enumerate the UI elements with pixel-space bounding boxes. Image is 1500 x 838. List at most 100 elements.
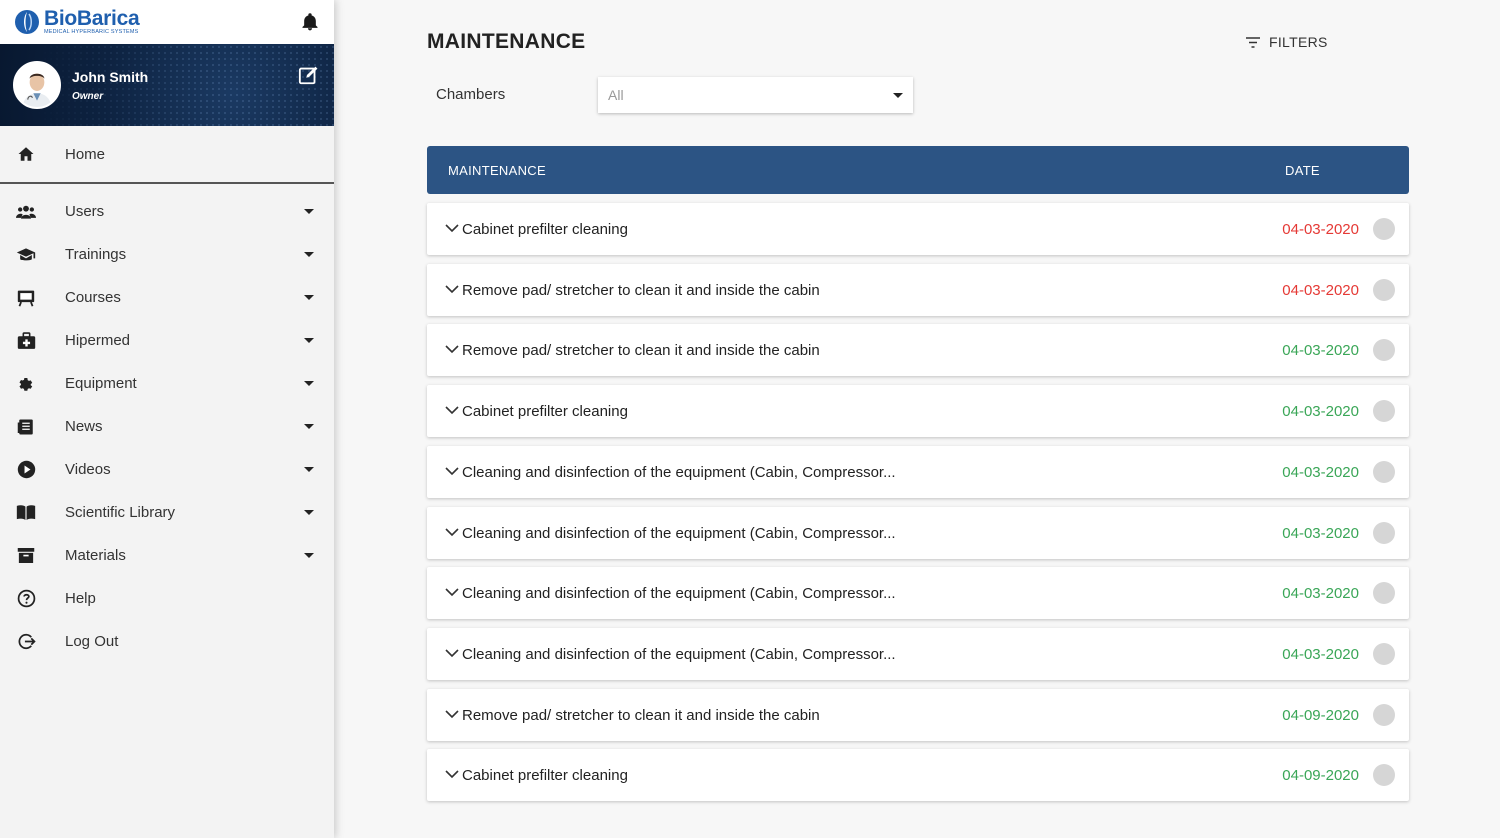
row-date: 04-03-2020 [1282, 281, 1359, 299]
sidebar-item-trainings[interactable]: Trainings [0, 233, 334, 276]
sidebar-item-home[interactable]: Home [0, 126, 334, 184]
user-name: John Smith [72, 68, 149, 85]
column-header-date: DATE [1285, 163, 1320, 178]
status-toggle[interactable] [1373, 278, 1395, 301]
sidebar-item-label: Users [65, 203, 105, 220]
chevron-down-icon[interactable] [445, 344, 459, 354]
table-row[interactable]: Cleaning and disinfection of the equipme… [427, 506, 1409, 559]
sidebar-item-label: News [65, 418, 103, 435]
sidebar-item-help[interactable]: Help [0, 577, 334, 620]
bell-icon[interactable] [300, 12, 320, 32]
newspaper-icon [16, 417, 36, 437]
chevron-down-icon[interactable] [445, 284, 459, 294]
sidebar-item-courses[interactable]: Courses [0, 276, 334, 319]
status-toggle[interactable] [1373, 460, 1395, 483]
chambers-select[interactable]: All [598, 77, 913, 113]
chevron-down-icon[interactable] [445, 709, 459, 719]
edit-profile-icon[interactable] [298, 64, 320, 86]
sidebar-item-users[interactable]: Users [0, 190, 334, 233]
status-toggle[interactable] [1373, 582, 1395, 605]
row-title: Cabinet prefilter cleaning [462, 767, 628, 785]
chevron-down-icon[interactable] [445, 648, 459, 658]
logo-mark-icon [15, 10, 39, 34]
row-date: 04-03-2020 [1282, 221, 1359, 238]
sidebar-item-label: Scientific Library [65, 504, 176, 521]
status-toggle[interactable] [1373, 339, 1395, 362]
sidebar-item-news[interactable]: News [0, 405, 334, 448]
chevron-down-icon[interactable] [304, 553, 314, 558]
avatar[interactable] [13, 61, 61, 109]
chevron-down-icon[interactable] [304, 381, 314, 386]
sidebar-item-videos[interactable]: Videos [0, 448, 334, 491]
table-row[interactable]: Cleaning and disinfection of the equipme… [427, 567, 1409, 620]
row-date: 04-03-2020 [1282, 342, 1359, 360]
brand-subtitle: MEDICAL HYPERBARIC SYSTEMS [44, 29, 139, 36]
row-date: 04-03-2020 [1282, 463, 1359, 481]
status-toggle[interactable] [1373, 400, 1395, 423]
sidebar-item-label: Help [65, 590, 96, 607]
sidebar-item-label: Courses [65, 289, 121, 306]
chevron-down-icon[interactable] [445, 587, 459, 597]
logout-icon [16, 632, 36, 652]
sidebar-item-label: Equipment [65, 375, 137, 392]
row-title: Cleaning and disinfection of the equipme… [462, 645, 896, 663]
users-icon [16, 202, 36, 222]
chevron-down-icon[interactable] [304, 338, 314, 343]
table-row[interactable]: Cabinet prefilter cleaning 04-03-2020 [427, 385, 1409, 438]
sidebar-item-logout[interactable]: Log Out [0, 620, 334, 663]
filter-icon [1246, 36, 1260, 48]
logo[interactable]: BioBarica MEDICAL HYPERBARIC SYSTEMS [14, 7, 140, 36]
table-row[interactable]: Remove pad/ stretcher to clean it and in… [427, 324, 1409, 377]
status-toggle[interactable] [1373, 764, 1395, 787]
row-date: 04-09-2020 [1282, 706, 1359, 724]
sidebar-item-label: Videos [65, 461, 111, 478]
chevron-down-icon[interactable] [445, 527, 459, 537]
sidebar-item-materials[interactable]: Materials [0, 534, 334, 577]
chevron-down-icon[interactable] [304, 295, 314, 300]
status-toggle[interactable] [1373, 521, 1395, 544]
chevron-down-icon[interactable] [304, 252, 314, 257]
chevron-down-icon[interactable] [304, 510, 314, 515]
chevron-down-icon[interactable] [445, 223, 459, 233]
row-date: 04-03-2020 [1282, 585, 1359, 603]
row-title: Cleaning and disinfection of the equipme… [462, 585, 896, 603]
medical-kit-icon [16, 331, 36, 351]
sidebar-item-label: Materials [65, 547, 126, 564]
archive-box-icon [16, 546, 36, 566]
filters-button[interactable]: FILTERS [1246, 34, 1328, 50]
chevron-down-icon[interactable] [445, 405, 459, 415]
chevron-down-icon[interactable] [304, 467, 314, 472]
row-title: Cabinet prefilter cleaning [462, 403, 628, 421]
chevron-down-icon[interactable] [304, 209, 314, 214]
table-row[interactable]: Cabinet prefilter cleaning 04-09-2020 [427, 749, 1409, 802]
gear-icon [16, 374, 36, 394]
table-row[interactable]: Remove pad/ stretcher to clean it and in… [427, 688, 1409, 741]
user-role: Owner [72, 90, 104, 102]
chevron-down-icon[interactable] [445, 769, 459, 779]
table-row[interactable]: Cabinet prefilter cleaning 04-03-2020 [427, 203, 1409, 255]
row-title: Cabinet prefilter cleaning [462, 221, 628, 238]
status-toggle[interactable] [1373, 642, 1395, 665]
sidebar-item-scientific-library[interactable]: Scientific Library [0, 491, 334, 534]
chevron-down-icon[interactable] [445, 466, 459, 476]
status-toggle[interactable] [1373, 218, 1395, 240]
brand-name: BioBarica [44, 7, 140, 31]
sidebar-item-equipment[interactable]: Equipment [0, 362, 334, 405]
chevron-down-icon[interactable] [304, 424, 314, 429]
status-toggle[interactable] [1373, 703, 1395, 726]
row-date: 04-03-2020 [1282, 403, 1359, 421]
table-row[interactable]: Cleaning and disinfection of the equipme… [427, 445, 1409, 498]
table-row[interactable]: Remove pad/ stretcher to clean it and in… [427, 263, 1409, 316]
sidebar-item-label: Log Out [65, 633, 119, 650]
table-row[interactable]: Cleaning and disinfection of the equipme… [427, 627, 1409, 680]
chevron-down-icon [893, 93, 903, 98]
main-content: MAINTENANCE FILTERS Chambers All MAINTEN… [334, 0, 1500, 838]
sidebar-item-hipermed[interactable]: Hipermed [0, 319, 334, 362]
table-header: MAINTENANCE DATE [427, 146, 1409, 194]
page-title: MAINTENANCE [427, 30, 586, 53]
sidebar: BioBarica MEDICAL HYPERBARIC SYSTEMS Joh… [0, 0, 334, 838]
graduation-cap-icon [16, 245, 36, 265]
row-title: Remove pad/ stretcher to clean it and in… [462, 706, 820, 724]
play-circle-icon [16, 460, 36, 480]
column-header-maintenance: MAINTENANCE [448, 163, 546, 178]
